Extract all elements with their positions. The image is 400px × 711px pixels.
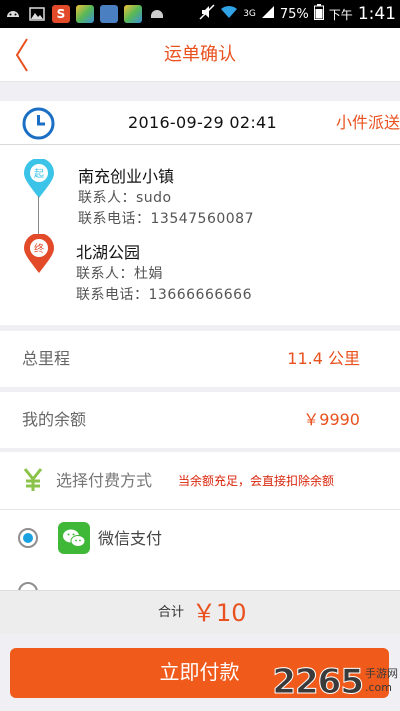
android-robot-icon	[148, 5, 166, 23]
distance-value: 11.4 公里	[287, 349, 360, 368]
pay-now-button[interactable]: 立即付款	[10, 648, 389, 698]
app-blue-icon	[100, 5, 118, 23]
android-face-icon	[4, 5, 22, 23]
battery-percent: 75%	[279, 6, 309, 22]
total-label: 合计	[158, 605, 185, 620]
start-address: 南充创业小镇	[78, 167, 175, 186]
total-value: ￥10	[192, 599, 247, 627]
payment-option-partial[interactable]	[0, 568, 400, 590]
mute-icon	[199, 4, 215, 24]
start-phone: 联系电话：13547560087	[78, 211, 254, 227]
distance-label: 总里程	[22, 349, 71, 368]
start-contact: 联系人：sudo	[78, 190, 172, 206]
order-time-row: 2016-09-29 02:41 小件派送	[0, 101, 400, 145]
wechat-icon	[58, 522, 90, 554]
image-icon	[28, 5, 46, 23]
network-type: 3G	[243, 9, 256, 19]
time-ampm: 下午	[328, 7, 353, 22]
wechat-radio[interactable]	[18, 528, 38, 548]
payment-note: 当余额充足，会直接扣除余额	[178, 474, 335, 488]
signal-icon	[261, 5, 275, 23]
battery-icon	[313, 4, 324, 24]
system-status: 3G 75% 下午 1:41	[199, 4, 396, 24]
end-contact: 联系人：杜娟	[76, 266, 163, 282]
end-phone: 联系电话：13666666666	[76, 287, 252, 303]
notification-icons: S	[4, 5, 166, 23]
payment-method-label: 选择付费方式	[56, 471, 153, 490]
route-section: 起 终 南充创业小镇 联系人：sudo 联系电话：13547560087 北湖公…	[0, 145, 400, 325]
start-pin-icon: 起	[24, 159, 54, 198]
page-title: 运单确认	[164, 44, 236, 65]
balance-label: 我的余额	[22, 410, 87, 429]
end-address: 北湖公园	[76, 243, 141, 262]
wechat-pay-label: 微信支付	[98, 529, 163, 548]
order-datetime: 2016-09-29 02:41	[128, 113, 277, 132]
payment-method-header: 选择付费方式 当余额充足，会直接扣除余额	[0, 452, 400, 510]
wifi-icon	[220, 5, 238, 23]
app-s-icon: S	[52, 5, 70, 23]
app-multicolor-icon	[76, 5, 94, 23]
header: 运单确认	[0, 28, 400, 82]
status-bar: S 3G 75% 下午 1:41	[0, 0, 400, 28]
distance-row: 总里程 11.4 公里	[0, 331, 400, 387]
end-pin-icon: 终	[24, 234, 54, 273]
payment-option-wechat[interactable]: 微信支付	[0, 510, 400, 568]
end-marker-text: 终	[34, 242, 44, 255]
service-type-tag: 小件派送	[335, 113, 400, 132]
total-bar: 合计 ￥10	[0, 590, 400, 634]
balance-value: ￥9990	[303, 410, 360, 429]
start-marker-text: 起	[34, 168, 44, 180]
balance-row: 我的余额 ￥9990	[0, 392, 400, 448]
clock-time: 1:41	[357, 4, 396, 24]
yen-icon	[23, 468, 43, 491]
radio-unselected[interactable]	[18, 582, 38, 590]
app-multicolor-icon-2	[124, 5, 142, 23]
clock-icon	[22, 107, 55, 140]
